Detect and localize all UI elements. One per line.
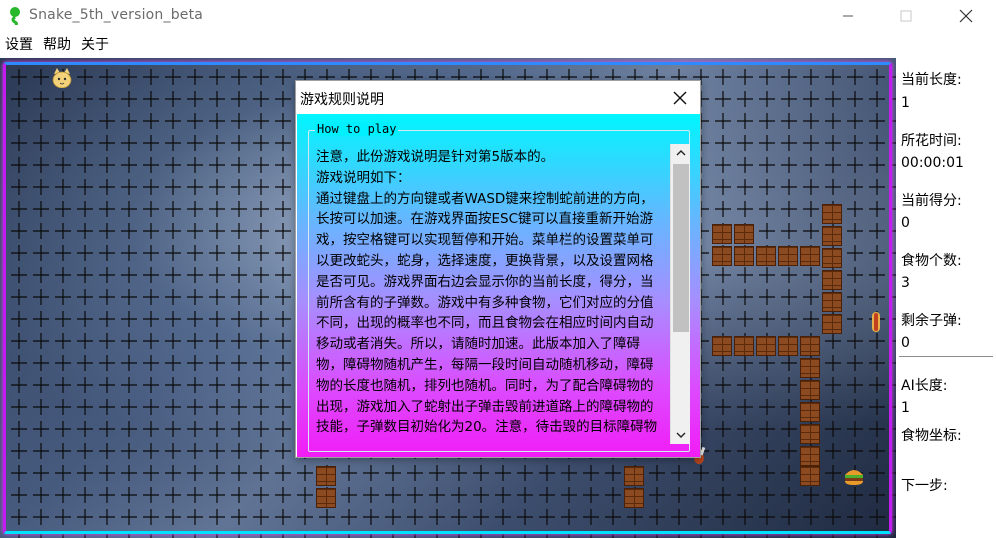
obstacle-brick [822,314,842,334]
obstacle-brick [712,246,732,266]
ai-length-value: 1 [901,400,910,416]
snake-head-icon [52,68,72,88]
food-count-label: 食物个数: [901,253,962,269]
obstacle-brick [822,270,842,290]
scroll-thumb[interactable] [673,164,689,332]
time-label: 所花时间: [901,133,962,149]
how-to-play-group: How to play 注意，此份游戏说明是针对第5版本的。 游戏说明如下： 通… [308,122,690,452]
obstacle-brick [822,292,842,312]
group-label: How to play [315,122,399,136]
score-value: 0 [901,215,910,231]
close-button[interactable] [936,0,996,32]
window-title: Snake_5th_version_beta [29,7,204,23]
panel-divider [899,356,993,357]
obstacle-brick [756,246,776,266]
menu-settings[interactable]: 设置 [5,34,33,54]
obstacle-brick [800,424,820,444]
dialog-body: How to play 注意，此份游戏说明是针对第5版本的。 游戏说明如下： 通… [297,114,700,457]
status-panel: 当前长度: 1 所花时间: 00:00:01 当前得分: 0 食物个数: 3 剩… [896,58,996,538]
rules-dialog: 游戏规则说明 How to play 注意，此份游戏说明是针对第5版本的。 游戏… [295,80,701,458]
close-icon [673,91,687,105]
burger-food-icon [845,470,863,485]
obstacle-brick [800,402,820,422]
obstacle-brick [800,380,820,400]
score-label: 当前得分: [901,193,962,209]
obstacle-brick [800,358,820,378]
ai-length-label: AI长度: [901,378,948,394]
food-coord-label: 食物坐标: [901,428,962,444]
obstacle-brick [624,488,644,508]
obstacle-brick [778,246,798,266]
obstacle-brick [734,224,754,244]
obstacle-brick [734,336,754,356]
chevron-up-icon [676,150,686,156]
menu-bar: 设置 帮助 关于 [0,32,996,56]
scroll-up-button[interactable] [671,144,690,162]
minimize-icon [843,15,853,17]
food-count-value: 3 [901,275,910,291]
dialog-close-button[interactable] [668,86,692,110]
maximize-button[interactable] [876,0,936,32]
menu-about[interactable]: 关于 [81,34,109,54]
obstacle-brick [316,488,336,508]
rules-text: 注意，此份游戏说明是针对第5版本的。 游戏说明如下： 通过键盘上的方向键或者WA… [316,149,658,436]
obstacle-brick [800,336,820,356]
obstacle-brick [756,336,776,356]
scroll-down-button[interactable] [671,426,690,444]
close-icon [959,9,973,23]
obstacle-brick [712,336,732,356]
obstacle-brick [822,226,842,246]
obstacle-brick [822,248,842,268]
vertical-scrollbar[interactable] [670,144,690,444]
obstacle-brick [712,224,732,244]
title-bar: Snake_5th_version_beta [0,0,996,32]
bullets-value: 0 [901,335,910,351]
menu-help[interactable]: 帮助 [43,34,71,54]
dialog-title: 游戏规则说明 [300,92,384,108]
bullets-label: 剩余子弹: [901,313,962,329]
hotdog-food-icon [872,312,880,332]
obstacle-brick [822,204,842,224]
obstacle-brick [800,246,820,266]
length-label: 当前长度: [901,72,962,88]
chevron-down-icon [676,432,686,438]
app-window: Snake_5th_version_beta 设置 帮助 关于 当前长度: 1 … [0,0,996,538]
green-snake-icon [10,7,20,25]
maximize-icon [900,10,912,22]
obstacle-brick [734,246,754,266]
length-value: 1 [901,95,910,111]
obstacle-brick [778,336,798,356]
minimize-button[interactable] [818,0,878,32]
obstacle-brick [316,466,336,486]
rules-text-area[interactable]: 注意，此份游戏说明是针对第5版本的。 游戏说明如下： 通过键盘上的方向键或者WA… [313,144,690,444]
obstacle-brick [624,466,644,486]
obstacle-brick [800,446,820,466]
time-value: 00:00:01 [901,155,964,171]
obstacle-brick [800,466,820,486]
next-step-label: 下一步: [901,478,948,494]
